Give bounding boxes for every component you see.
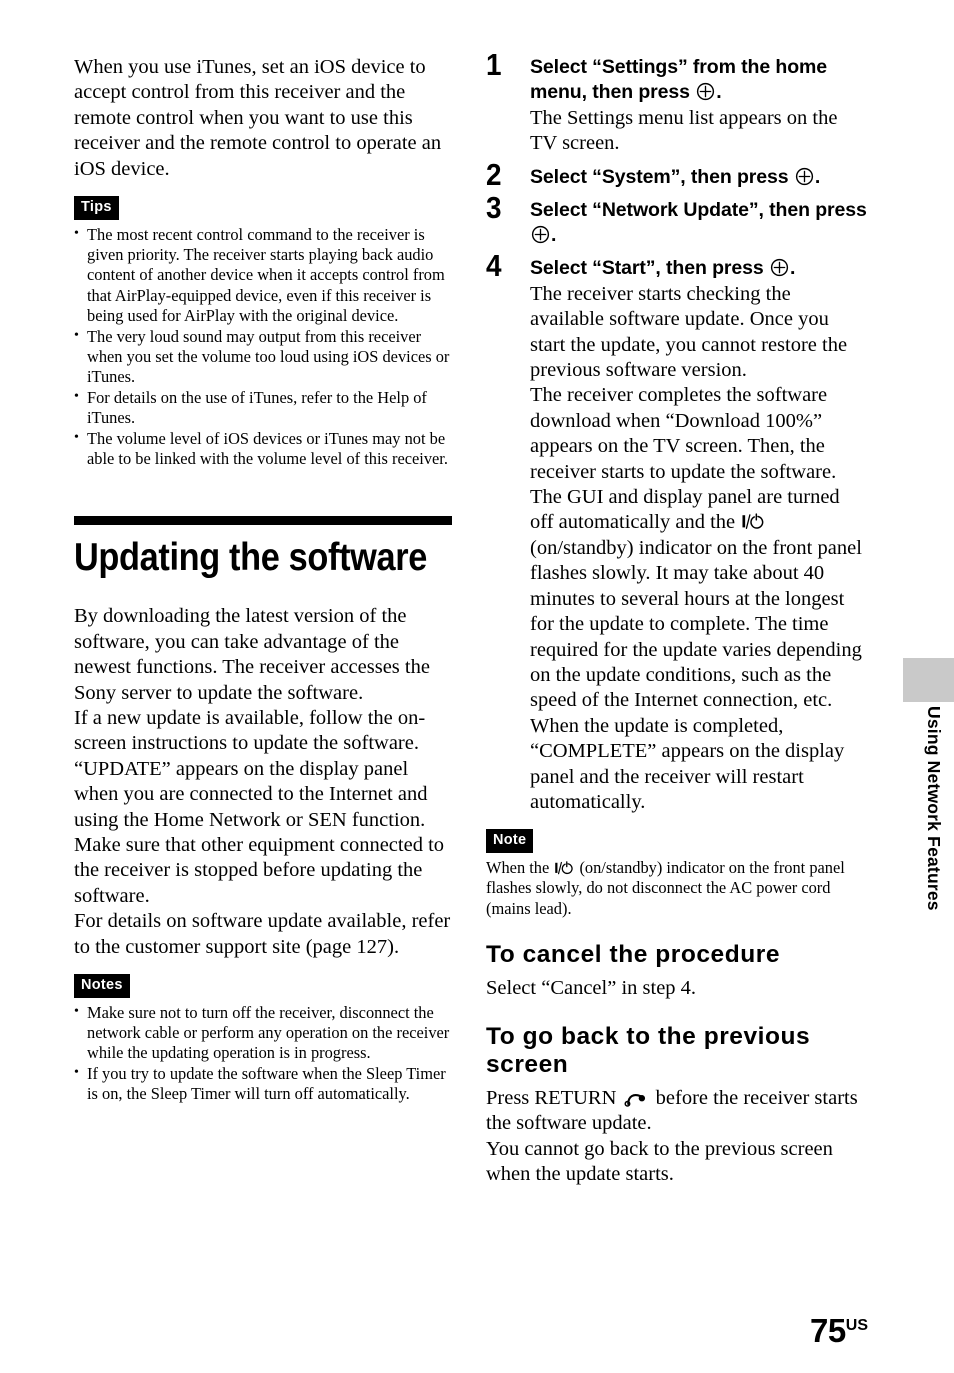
step-title-text-b: . — [789, 256, 796, 279]
notes-list: Make sure not to turn off the receiver, … — [74, 1002, 452, 1105]
back-heading: To go back to the previous screen — [486, 1022, 811, 1079]
step-title-text-a: Select “Settings” from the home menu, th… — [530, 56, 828, 103]
step-number: 3 — [486, 189, 502, 225]
step-1: 1 Select “Settings” from the home menu, … — [486, 49, 868, 157]
section-heading-wrap: Updating the software — [74, 516, 452, 580]
step-number: 4 — [486, 247, 502, 283]
list-item: The very loud sound may output from this… — [74, 326, 452, 388]
page-number: 75US — [810, 1314, 868, 1347]
step-title: Select “Network Update”, then press . — [530, 198, 868, 248]
step4-paragraph-1: The receiver starts checking the availab… — [530, 282, 848, 382]
step-title-text-b: . — [551, 223, 557, 246]
step-title-text-a: Select “Start”, then press — [530, 256, 769, 279]
step-title-text-a: Select “Network Update”, then press — [530, 198, 867, 221]
step-body: The Settings menu list appears on the TV… — [530, 107, 838, 155]
step-title: Select “Start”, then press . — [530, 256, 868, 281]
enter-circle-plus-icon — [770, 258, 789, 277]
page-number-value: 75 — [810, 1312, 846, 1349]
list-item: If you try to update the software when t… — [74, 1063, 452, 1105]
list-item: The most recent control command to the r… — [74, 224, 452, 327]
step-title-text-a: Select “System”, then press — [530, 165, 794, 188]
enter-circle-plus-icon — [696, 82, 715, 101]
manual-page: When you use iTunes, set an iOS device t… — [0, 0, 954, 1373]
step-3: 3 Select “Network Update”, then press . — [486, 192, 868, 248]
body-paragraph: If a new update is available, follow the… — [74, 707, 445, 907]
page-number-region: US — [845, 1317, 868, 1334]
step-title-text-b: . — [814, 165, 821, 188]
return-arrow-icon — [624, 1090, 649, 1107]
note-badge: Note — [486, 829, 534, 853]
back-text-line-1: Press RETURN before the receiver starts … — [486, 1086, 868, 1137]
cancel-heading: To cancel the procedure — [486, 941, 781, 969]
note-text-a: When the — [486, 857, 554, 877]
enter-circle-plus-icon — [531, 225, 550, 244]
side-tab-label: Using Network Features — [924, 706, 944, 911]
step-title: Select “Settings” from the home menu, th… — [530, 55, 868, 105]
step-number: 1 — [486, 47, 502, 82]
body-paragraph: By downloading the latest version of the… — [74, 605, 430, 704]
side-tab-marker — [903, 658, 954, 702]
tips-list: The most recent control command to the r… — [74, 224, 452, 470]
tips-badge-wrap: Tips — [74, 196, 452, 220]
page-title: Updating the software — [74, 536, 427, 580]
body-paragraph: For details on software update available… — [74, 910, 451, 958]
enter-circle-plus-icon — [795, 167, 814, 186]
step-title: Select “System”, then press . — [530, 165, 868, 190]
cancel-text: Select “Cancel” in step 4. — [486, 976, 697, 999]
step4-paragraph-2: The receiver completes the software down… — [530, 383, 868, 713]
on-standby-power-icon — [741, 512, 765, 531]
right-column: 1 Select “Settings” from the home menu, … — [486, 49, 868, 1188]
notes-badge: Notes — [74, 974, 130, 998]
notes-badge-wrap: Notes — [74, 974, 452, 998]
list-item: Make sure not to turn off the receiver, … — [74, 1002, 452, 1064]
tips-badge: Tips — [74, 196, 119, 220]
list-item: The volume level of iOS devices or iTune… — [74, 428, 452, 470]
note-text: When the (on/standby) indicator on the f… — [486, 858, 868, 919]
back-text-a: Press RETURN — [486, 1086, 622, 1109]
back-text-line-2: You cannot go back to the previous scree… — [486, 1137, 833, 1186]
step-title-text-b: . — [716, 81, 722, 103]
step4-paragraph-3: When the update is completed, “COMPLETE”… — [530, 714, 845, 813]
step4-para2-text-b: (on/standby) indicator on the front pane… — [530, 536, 862, 712]
left-column: When you use iTunes, set an iOS device t… — [74, 55, 452, 1105]
step-number: 2 — [486, 156, 502, 192]
intro-paragraph: When you use iTunes, set an iOS device t… — [74, 56, 442, 180]
note-badge-wrap: Note — [486, 829, 868, 853]
step-2: 2 Select “System”, then press . — [486, 159, 868, 190]
heading-rule — [74, 516, 452, 526]
step4-para2-text-a: The receiver completes the software down… — [530, 384, 840, 534]
on-standby-power-icon — [554, 860, 574, 876]
step-4: 4 Select “Start”, then press . The recei… — [486, 250, 868, 816]
list-item: For details on the use of iTunes, refer … — [74, 387, 452, 429]
